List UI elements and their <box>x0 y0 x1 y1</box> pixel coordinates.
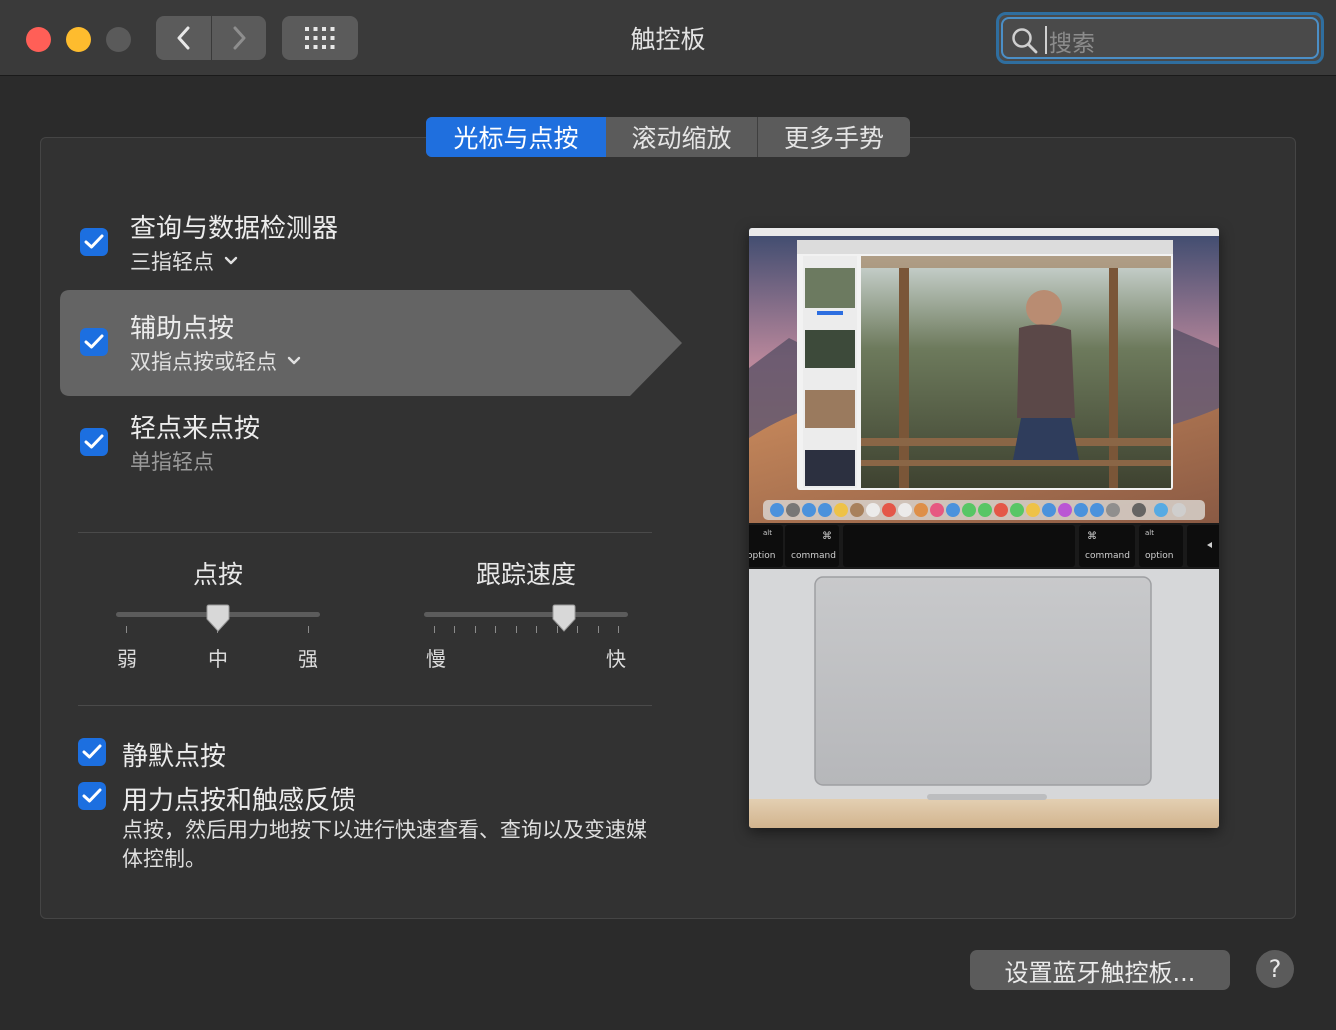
search-placeholder: 搜索 <box>1049 31 1095 57</box>
chevron-left-icon <box>177 26 189 50</box>
slider-tick <box>515 626 517 633</box>
slider-tick <box>536 626 538 633</box>
tab-scroll-and-zoom[interactable]: 滚动缩放 <box>606 117 758 157</box>
click-label-medium: 中 <box>208 647 228 671</box>
macbook-preview-illustration: alt option ⌘ command ⌘ command alt optio… <box>749 228 1219 828</box>
gesture-preview-video: alt option ⌘ command ⌘ command alt optio… <box>749 228 1219 828</box>
navigation-buttons <box>156 16 266 60</box>
chevron-down-icon <box>287 356 301 365</box>
key-alt-left: alt <box>763 529 772 537</box>
zoom-window-button[interactable] <box>106 27 131 52</box>
tab-point-and-click[interactable]: 光标与点按 <box>426 117 606 157</box>
search-field[interactable]: 搜索 <box>996 12 1324 64</box>
chevron-right-icon <box>233 26 246 50</box>
divider <box>78 705 652 706</box>
slider-tick <box>126 626 127 633</box>
tracking-slider-knob[interactable] <box>552 604 576 632</box>
secondary-click-checkbox[interactable] <box>80 328 108 356</box>
tab-more-gestures[interactable]: 更多手势 <box>758 117 910 157</box>
click-slider-title: 点按 <box>192 560 243 589</box>
option-subtitle: 双指点按或轻点 <box>130 350 277 374</box>
close-window-button[interactable] <box>26 27 51 52</box>
force-click-description: 点按，然后用力地按下以进行快速查看、查询以及变速媒体控制。 <box>122 818 647 871</box>
checkmark-icon <box>84 434 104 449</box>
slider-tick <box>618 626 619 633</box>
slider-tick <box>597 626 599 633</box>
tap-to-click-checkbox[interactable] <box>80 428 108 456</box>
checkmark-icon <box>82 744 102 759</box>
chevron-down-icon <box>224 256 238 265</box>
tracking-slider-track[interactable] <box>424 612 628 617</box>
checkmark-icon <box>84 334 104 349</box>
option-title: 查询与数据检测器 <box>130 214 339 244</box>
click-label-firm: 强 <box>298 647 318 671</box>
lookup-gesture-menu[interactable]: 三指轻点 <box>130 246 238 276</box>
title-bar: 触控板 搜索 <box>0 0 1336 76</box>
click-slider-knob[interactable] <box>206 604 230 632</box>
slider-tick <box>434 626 435 633</box>
option-title: 轻点来点按 <box>130 414 261 444</box>
checkmark-icon <box>82 788 102 803</box>
grid-icon <box>305 27 335 49</box>
minimize-window-button[interactable] <box>66 27 91 52</box>
show-all-button[interactable] <box>282 16 358 60</box>
window-title: 触控板 <box>630 25 706 54</box>
help-button[interactable]: ? <box>1256 950 1294 988</box>
key-command-left: command <box>791 551 836 561</box>
silent-clicking-checkbox[interactable] <box>78 738 106 766</box>
setup-bluetooth-trackpad-button[interactable]: 设置蓝牙触控板... <box>970 950 1230 990</box>
slider-tick <box>454 626 456 633</box>
tracking-label-fast: 快 <box>606 647 626 671</box>
lookup-checkbox[interactable] <box>80 228 108 256</box>
forward-button[interactable] <box>211 16 266 60</box>
key-command-right: command <box>1085 551 1130 561</box>
slider-tick <box>308 626 309 633</box>
key-option-right: option <box>1145 551 1173 561</box>
search-icon <box>1012 28 1038 54</box>
option-subtitle: 单指轻点 <box>130 450 214 474</box>
checkmark-icon <box>84 234 104 249</box>
divider <box>78 532 652 533</box>
slider-tick <box>474 626 476 633</box>
force-click-checkbox[interactable] <box>78 782 106 810</box>
key-option-left: option <box>749 551 775 561</box>
secondary-click-gesture-menu[interactable]: 双指点按或轻点 <box>130 346 301 376</box>
key-cmd-symbol-left: ⌘ <box>822 531 832 542</box>
tab-bar: 光标与点按 滚动缩放 更多手势 <box>426 117 910 157</box>
back-button[interactable] <box>156 16 211 60</box>
tracking-slider-title: 跟踪速度 <box>475 560 576 589</box>
option-title: 辅助点按 <box>130 314 235 344</box>
slider-tick <box>495 626 497 633</box>
click-label-light: 弱 <box>117 647 137 671</box>
key-alt-right: alt <box>1145 529 1154 537</box>
option-subtitle: 三指轻点 <box>130 250 214 274</box>
slider-tick <box>577 626 579 633</box>
key-cmd-symbol-right: ⌘ <box>1087 531 1097 542</box>
tracking-label-slow: 慢 <box>426 647 446 671</box>
force-click-label: 用力点按和触感反馈 <box>122 786 357 816</box>
text-cursor <box>1045 26 1047 54</box>
silent-clicking-label: 静默点按 <box>122 742 227 772</box>
